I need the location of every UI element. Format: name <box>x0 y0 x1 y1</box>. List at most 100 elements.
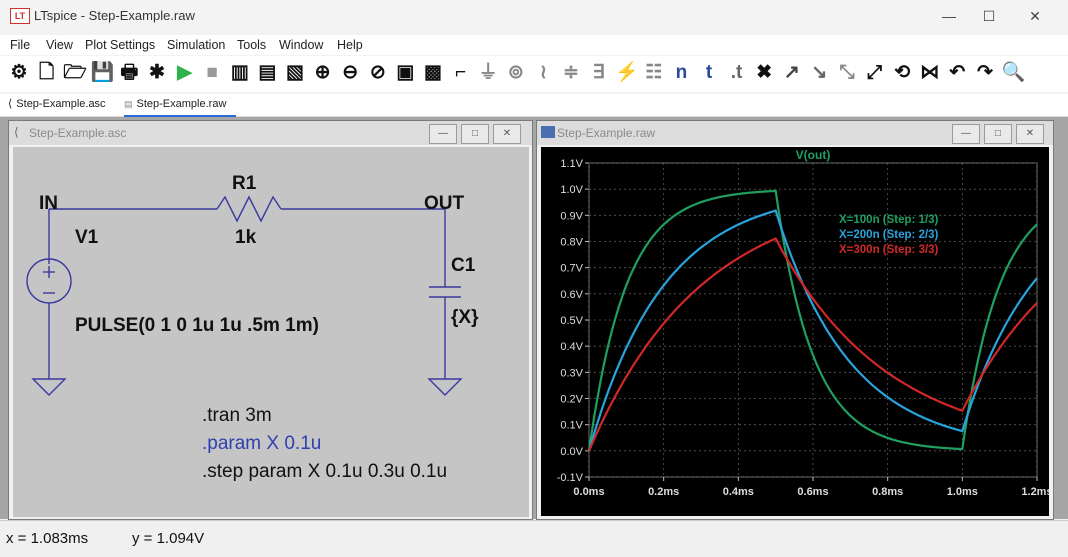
menu-window[interactable]: Window <box>279 38 323 52</box>
wire-icon[interactable]: ⌐ <box>450 62 472 84</box>
directive-step[interactable]: .step param X 0.1u 0.3u 0.1u <box>202 461 447 483</box>
component-icon[interactable]: ☷ <box>643 62 665 84</box>
source-v1-name: V1 <box>75 227 99 248</box>
run-icon[interactable]: ▶ <box>174 62 196 84</box>
rotate-icon[interactable]: ⟲ <box>891 62 913 84</box>
menu-plot-settings[interactable]: Plot Settings <box>85 38 155 52</box>
halt-icon[interactable]: ■ <box>201 62 223 84</box>
schematic-maximize-button[interactable]: □ <box>461 124 489 144</box>
zoom-out-icon[interactable]: ⊖ <box>339 62 361 84</box>
directive-tran[interactable]: .tran 3m <box>202 405 272 427</box>
voltage-source-v1-symbol <box>26 258 72 304</box>
y-tick-label: 0.6V <box>560 289 583 301</box>
x-tick-label: 0.0ms <box>573 486 604 498</box>
diode-icon[interactable]: ⚡ <box>615 62 639 84</box>
directive-param[interactable]: .param X 0.1u <box>202 433 321 455</box>
schematic-window-titlebar[interactable]: ⟨ Step-Example.asc — □ ✕ <box>9 121 532 145</box>
ground-right-symbol <box>427 378 463 396</box>
autorange-icon[interactable]: ▣ <box>394 62 416 84</box>
trace-title: V(out) <box>796 148 831 162</box>
duplicate-icon[interactable]: ↗ <box>781 62 803 84</box>
waveform-plot[interactable]: 1.1V 1.0V 0.9V 0.8V 0.7V 0.6V 0.5V 0.4V 0.3V 0.2V… <box>541 147 1049 516</box>
zoom-fit-icon[interactable]: ⊘ <box>367 62 389 84</box>
text-icon[interactable]: t <box>698 62 720 84</box>
tab-waveform[interactable]: ▤ Step-Example.raw <box>124 94 236 117</box>
y-tick-label: 1.0V <box>560 184 583 196</box>
y-tick-label: 0.1V <box>560 420 583 432</box>
y-tick-label: 0.5V <box>560 315 583 327</box>
resistor-icon[interactable]: ≀ <box>532 62 554 84</box>
schematic-canvas[interactable]: IN OUT R1 1k V1 C1 {X} PULSE(0 1 0 1u 1u… <box>13 147 529 517</box>
ground-icon[interactable]: ⏚ <box>477 62 499 84</box>
toolbar: ⚙ 🗋 🗁 💾 🖶 ✱ ▶ ■ ▥ ▤ ▧ ⊕ ⊖ ⊘ ▣ ▩ ⌐ ⏚ ⊚ ≀ ≑ ∃ ⚡ ☷ n t .t ✖ ↗ ↘ ⤡ ⤢ ⟲ ⋈ ↶ ↷ 🔍 <box>0 56 1068 92</box>
title-bar: LT LTspice - Step-Example.raw — ☐ ✕ <box>0 0 1068 32</box>
redo-icon[interactable]: ↷ <box>974 62 996 84</box>
resistor-r1-value: 1k <box>235 227 257 248</box>
tile-horizontal-icon[interactable]: ▤ <box>256 62 278 84</box>
menu-view[interactable]: View <box>46 38 73 52</box>
maximize-button[interactable]: ☐ <box>966 4 1012 28</box>
tile-vertical-icon[interactable]: ▥ <box>229 62 251 84</box>
menu-bar: File View Plot Settings Simulation Tools… <box>0 35 1068 55</box>
undo-icon[interactable]: ⤢ <box>864 62 886 84</box>
waveform-window-titlebar[interactable]: Step-Example.raw — □ ✕ <box>537 121 1053 145</box>
ltspice-logo-icon: LT <box>10 8 30 24</box>
new-schematic-icon[interactable]: 🗋 <box>36 62 58 84</box>
waveform-window-title: Step-Example.raw <box>557 126 656 140</box>
resistor-r1-symbol <box>216 195 282 223</box>
x-tick-label: 1.0ms <box>947 486 978 498</box>
redo-back-icon[interactable]: ↶ <box>946 62 968 84</box>
legend-entry-2: X=200n (Step: 2/3) <box>839 229 939 241</box>
y-tick-label: -0.1V <box>557 472 584 484</box>
waveform-maximize-button[interactable]: □ <box>984 124 1012 144</box>
move-icon[interactable]: ↘ <box>808 62 830 84</box>
schematic-window[interactable]: ⟨ Step-Example.asc — □ ✕ IN OUT R1 1k V1… <box>8 120 533 520</box>
find-icon[interactable]: 🔍 <box>1002 62 1026 84</box>
legend-entry-1: X=100n (Step: 1/3) <box>839 214 939 226</box>
spice-directive-icon[interactable]: .t <box>726 62 748 84</box>
resistor-r1-name: R1 <box>232 173 257 194</box>
settings-icon[interactable]: ⚙ <box>8 62 30 84</box>
menu-simulation[interactable]: Simulation <box>167 38 225 52</box>
status-bar: x = 1.083ms y = 1.094V <box>0 520 1068 557</box>
capacitor-icon[interactable]: ≑ <box>560 62 582 84</box>
mdi-workspace: ⟨ Step-Example.asc — □ ✕ IN OUT R1 1k V1… <box>0 117 1068 520</box>
tab-label: Step-Example.asc <box>16 98 106 110</box>
waveform-window[interactable]: Step-Example.raw — □ ✕ 1.1V 1.0V 0.9V 0.8V 0… <box>536 120 1054 520</box>
save-icon[interactable]: 💾 <box>91 62 115 84</box>
menu-tools[interactable]: Tools <box>237 38 266 52</box>
waveform-close-button[interactable]: ✕ <box>1016 124 1044 144</box>
delete-icon[interactable]: ✖ <box>753 62 775 84</box>
open-icon[interactable]: 🗁 <box>63 62 87 84</box>
print-icon[interactable]: 🖶 <box>118 62 140 84</box>
zoom-in-icon[interactable]: ⊕ <box>312 62 334 84</box>
y-tick-label: 0.4V <box>560 341 583 353</box>
y-tick-label: 0.7V <box>560 263 583 275</box>
y-tick-label: 0.0V <box>560 446 583 458</box>
x-tick-label: 0.4ms <box>723 486 754 498</box>
waveform-minimize-button[interactable]: — <box>952 124 980 144</box>
cursor-y-readout: y = 1.094V <box>132 530 205 547</box>
tab-bar: ⟨ Step-Example.asc ▤ Step-Example.raw <box>0 94 1068 117</box>
schematic-minimize-button[interactable]: — <box>429 124 457 144</box>
cascade-icon[interactable]: ▧ <box>284 62 306 84</box>
label-icon[interactable]: ⊚ <box>505 62 527 84</box>
x-tick-label: 0.8ms <box>872 486 903 498</box>
schematic-window-title: Step-Example.asc <box>29 126 127 140</box>
control-panel-icon[interactable]: ✱ <box>146 62 168 84</box>
netlist-icon[interactable]: n <box>670 62 692 84</box>
menu-file[interactable]: File <box>10 38 30 52</box>
waveform-plot-area[interactable]: 1.1V 1.0V 0.9V 0.8V 0.7V 0.6V 0.5V 0.4V 0.3V 0.2V… <box>541 147 1049 516</box>
schematic-close-button[interactable]: ✕ <box>493 124 521 144</box>
y-tick-label: 0.8V <box>560 237 583 249</box>
x-tick-label: 0.6ms <box>797 486 828 498</box>
net-label-out: OUT <box>424 193 465 214</box>
waveform-icon[interactable]: ▩ <box>422 62 444 84</box>
inductor-icon[interactable]: ∃ <box>588 62 610 84</box>
x-tick-label: 0.2ms <box>648 486 679 498</box>
menu-help[interactable]: Help <box>337 38 363 52</box>
mirror-icon[interactable]: ⋈ <box>919 62 941 84</box>
close-button[interactable]: ✕ <box>1012 4 1058 28</box>
tab-schematic[interactable]: ⟨ Step-Example.asc <box>8 94 120 115</box>
drag-icon[interactable]: ⤡ <box>836 62 858 84</box>
